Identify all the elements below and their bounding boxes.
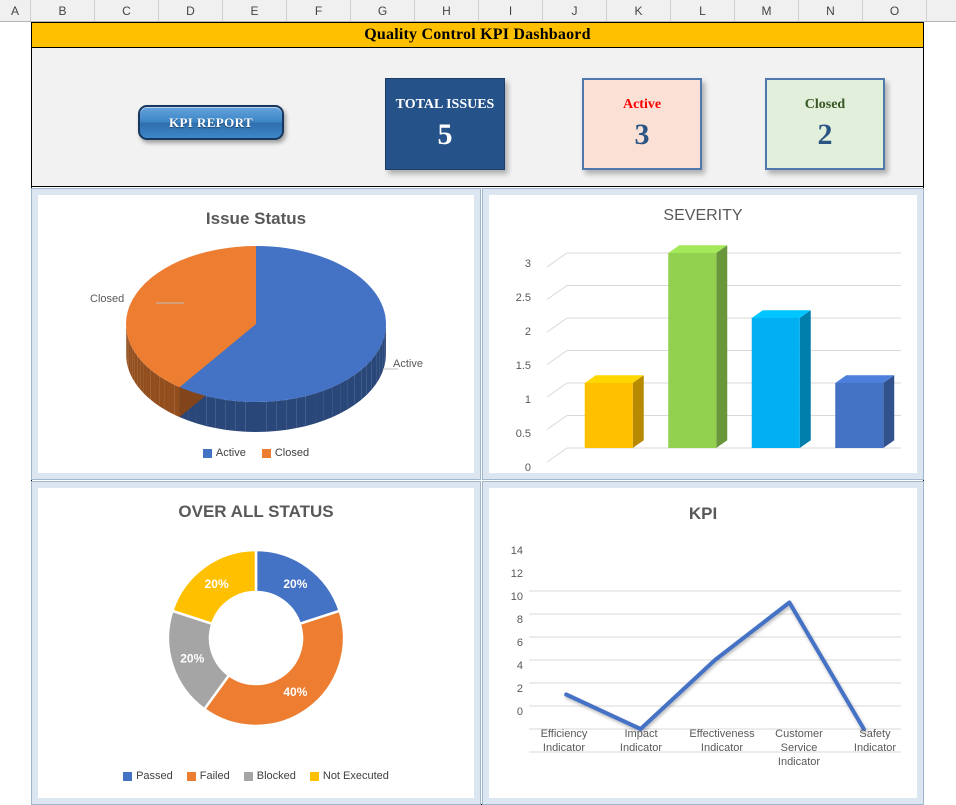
stat-card-closed-label: Closed — [804, 96, 846, 112]
chart-panel-over-all-status[interactable]: OVER ALL STATUS 20% 40% 20% 20% Passed Fail… — [31, 481, 481, 805]
pie-chart-graphic — [125, 246, 398, 432]
kpi-report-button[interactable]: KPI REPORT — [138, 105, 284, 140]
legend-item-blocked[interactable]: Blocked — [243, 770, 296, 782]
doughnut-chart-graphic: 20% 40% 20% 20% — [166, 548, 346, 728]
column-header-m[interactable]: M — [735, 0, 799, 21]
pie-point-label-active: Active — [393, 358, 423, 370]
legend-item-active[interactable]: Active — [202, 447, 246, 459]
kpi-report-button-label: KPI REPORT — [168, 114, 254, 130]
stat-card-active-label: Active — [622, 96, 662, 112]
legend-label-closed: Closed — [274, 447, 310, 459]
kpi-ytick-6: 6 — [516, 637, 523, 649]
chart-over-all-status: OVER ALL STATUS 20% 40% 20% 20% Passed Fail… — [38, 488, 474, 798]
column-header-o[interactable]: O — [863, 0, 927, 21]
legend-label-blocked: Blocked — [256, 770, 296, 782]
legend-label-active: Active — [215, 447, 246, 459]
legend-item-closed[interactable]: Closed — [261, 447, 310, 459]
stat-card-total-issues-value: 5 — [437, 118, 453, 152]
kpi-line-chart-graphic — [529, 590, 901, 753]
stat-card-closed-value: 2 — [817, 118, 833, 152]
legend-label-not-executed: Not Executed — [322, 770, 389, 782]
chart-panel-kpi[interactable]: KPI 14 12 10 8 6 4 2 0 Efficiency Indica… — [482, 481, 924, 805]
legend-label-failed: Failed — [199, 770, 230, 782]
kpi-xtick-customer-service: Customer Service Indicator — [775, 728, 823, 768]
kpi-ytick-14: 14 — [510, 545, 523, 557]
chart-title-issue-status: Issue Status — [205, 209, 307, 228]
severity-bar-chart-graphic — [546, 245, 901, 463]
svg-text:40%: 40% — [283, 685, 307, 699]
legend-label-passed: Passed — [136, 770, 173, 782]
column-header-k[interactable]: K — [607, 0, 671, 21]
column-header-l[interactable]: L — [671, 0, 735, 21]
column-header-d[interactable]: D — [159, 0, 223, 21]
legend-over-all-status: Passed Failed Blocked Not Executed — [38, 770, 474, 782]
chart-kpi: KPI 14 12 10 8 6 4 2 0 Efficiency Indica… — [489, 488, 917, 798]
kpi-ytick-8: 8 — [516, 614, 523, 626]
stat-card-active: Active 3 — [582, 78, 702, 170]
kpi-summary-strip: KPI REPORT TOTAL ISSUES 5 Active 3 Close… — [31, 48, 924, 187]
kpi-xtick-impact: Impact Indicator — [619, 728, 663, 754]
column-header-e[interactable]: E — [223, 0, 287, 21]
legend-swatch-closed — [261, 448, 271, 458]
legend-issue-status: Active Closed — [38, 447, 474, 459]
legend-item-not-executed[interactable]: Not Executed — [309, 770, 389, 782]
legend-swatch-active — [202, 448, 212, 458]
chart-issue-status: Issue Status Active Closed Closed Active — [38, 195, 474, 473]
stat-card-total-issues-label: TOTAL ISSUES — [395, 96, 495, 112]
legend-swatch-passed — [123, 771, 133, 781]
svg-text:20%: 20% — [283, 577, 307, 591]
chart-title-kpi: KPI — [688, 504, 718, 523]
legend-swatch-not-executed — [309, 771, 319, 781]
column-header-n[interactable]: N — [799, 0, 863, 21]
kpi-ytick-10: 10 — [510, 591, 523, 603]
legend-swatch-blocked — [243, 771, 253, 781]
kpi-ytick-4: 4 — [516, 660, 523, 672]
stat-card-active-value: 3 — [634, 118, 650, 152]
kpi-xtick-safety: Safety Indicator — [853, 728, 897, 754]
severity-ytick-2-5: 2.5 — [515, 292, 531, 304]
chart-title-severity: SEVERITY — [663, 207, 743, 224]
column-header-f[interactable]: F — [287, 0, 351, 21]
severity-ytick-3: 3 — [524, 258, 531, 270]
legend-swatch-failed — [186, 771, 196, 781]
severity-ytick-1-5: 1.5 — [515, 360, 531, 372]
kpi-ytick-12: 12 — [510, 568, 523, 580]
column-header-overflow — [927, 0, 956, 21]
chart-title-over-all-status: OVER ALL STATUS — [178, 502, 334, 521]
column-header-a[interactable]: A — [0, 0, 31, 21]
column-header-g[interactable]: G — [351, 0, 415, 21]
dashboard-sheet: Quality Control KPI Dashbaord KPI REPORT… — [0, 22, 956, 805]
severity-ytick-1: 1 — [524, 394, 531, 406]
legend-item-failed[interactable]: Failed — [186, 770, 230, 782]
stat-card-closed: Closed 2 — [765, 78, 885, 170]
severity-ytick-0: 0 — [524, 462, 531, 474]
chart-severity: SEVERITY 3 2.5 2 1.5 1 0.5 0 Critical Hi… — [489, 195, 917, 496]
svg-text:20%: 20% — [205, 577, 229, 591]
chart-panel-issue-status[interactable]: Issue Status Active Closed Closed Active — [31, 188, 481, 480]
kpi-xtick-efficiency: Efficiency Indicator — [540, 728, 588, 754]
stat-card-total-issues: TOTAL ISSUES 5 — [385, 78, 505, 170]
spreadsheet-column-header: A B C D E F G H I J K L M N O — [0, 0, 956, 22]
page-title: Quality Control KPI Dashbaord — [364, 26, 591, 43]
severity-ytick-0-5: 0.5 — [515, 428, 531, 440]
legend-item-passed[interactable]: Passed — [123, 770, 173, 782]
kpi-ytick-2: 2 — [516, 683, 523, 695]
column-header-h[interactable]: H — [415, 0, 479, 21]
svg-text:20%: 20% — [180, 652, 204, 666]
kpi-xtick-effectiveness: Effectiveness Indicator — [689, 728, 755, 754]
column-header-j[interactable]: J — [543, 0, 607, 21]
chart-panel-severity[interactable]: SEVERITY 3 2.5 2 1.5 1 0.5 0 Critical Hi… — [482, 188, 924, 496]
severity-ytick-2: 2 — [524, 326, 531, 338]
dashboard-title-bar: Quality Control KPI Dashbaord — [31, 22, 924, 48]
kpi-ytick-0: 0 — [516, 706, 523, 718]
pie-point-label-closed: Closed — [90, 293, 125, 305]
column-header-i[interactable]: I — [479, 0, 543, 21]
column-header-c[interactable]: C — [95, 0, 159, 21]
column-header-b[interactable]: B — [31, 0, 95, 21]
